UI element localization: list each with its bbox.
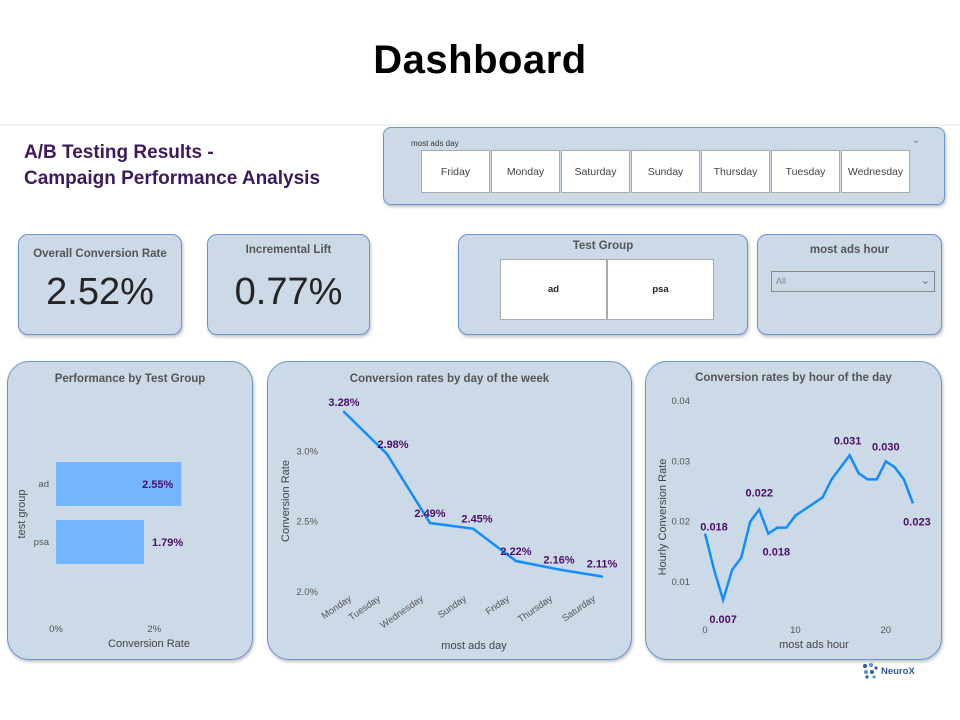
logo-text: NeuroX xyxy=(881,666,915,677)
data-label: 2.11% xyxy=(587,559,618,571)
day-option-wednesday[interactable]: Wednesday xyxy=(841,150,910,193)
y-axis-title: test group xyxy=(16,490,28,539)
data-label: 2.45% xyxy=(461,514,492,526)
y-axis-title: Hourly Conversion Rate xyxy=(657,459,669,576)
chevron-down-icon: ⌄ xyxy=(920,275,930,287)
chart-card-day: Conversion rates by day of the week 2.0%… xyxy=(267,361,632,660)
report-title-line2: Campaign Performance Analysis xyxy=(24,168,321,189)
x-tick-label: 0% xyxy=(49,624,63,635)
logo-icon xyxy=(863,663,878,679)
test-group-option-ad[interactable]: ad xyxy=(500,259,607,320)
day-option-saturday[interactable]: Saturday xyxy=(561,150,630,193)
x-tick-label: Thursday xyxy=(516,593,555,625)
data-label: 2.22% xyxy=(500,546,531,558)
y-tick-label: 0.03 xyxy=(672,456,691,467)
hour-dropdown-value: All xyxy=(776,276,787,286)
data-point xyxy=(471,527,475,530)
x-axis-title: most ads hour xyxy=(779,639,849,651)
hour-dropdown[interactable]: All ⌄ xyxy=(771,271,935,292)
data-point xyxy=(342,410,346,414)
data-label: 0.022 xyxy=(746,488,774,500)
data-label: 0.018 xyxy=(700,522,728,534)
report-title-line1: A/B Testing Results - xyxy=(24,142,214,163)
x-tick-label: 20 xyxy=(881,625,892,636)
test-group-option-psa[interactable]: psa xyxy=(607,259,714,320)
y-tick-label: 0.04 xyxy=(672,396,691,407)
x-tick-label: Tuesday xyxy=(347,593,383,623)
chart-card-test-group: Performance by Test Group ad 2.55% psa 1.79… xyxy=(7,361,253,660)
day-option-monday[interactable]: Monday xyxy=(491,150,560,193)
x-tick-label: Friday xyxy=(484,593,512,617)
x-tick-label: 0 xyxy=(702,625,707,636)
x-tick-label: 10 xyxy=(790,625,801,636)
x-tick-label: Sunday xyxy=(436,593,469,621)
y-axis-title: Conversion Rate xyxy=(280,460,292,542)
day-option-tuesday[interactable]: Tuesday xyxy=(771,150,840,193)
data-label: 2.16% xyxy=(543,554,574,566)
day-slicer: most ads day ⌄ Friday Monday Saturday Su… xyxy=(383,127,945,205)
data-point xyxy=(385,452,389,456)
x-tick-label: 2% xyxy=(147,624,161,635)
chevron-down-icon[interactable]: ⌄ xyxy=(912,135,920,146)
hour-slicer-label: most ads hour xyxy=(809,244,890,256)
day-line-chart: 2.0% 2.5% 3.0% 3.28% 2.98% 2.49% 2.45% 2.22% 2.1… xyxy=(280,397,618,652)
y-tick-label: 3.0% xyxy=(296,446,318,457)
data-point xyxy=(600,575,604,578)
day-slicer-label: most ads day xyxy=(411,139,459,148)
data-label: 1.79% xyxy=(152,537,183,549)
data-point xyxy=(557,568,561,571)
line-series xyxy=(703,452,915,605)
y-tick-label: psa xyxy=(34,537,50,548)
data-label: 0.007 xyxy=(709,614,737,626)
hour-slicer: most ads hour All ⌄ xyxy=(757,234,942,335)
data-point xyxy=(514,559,518,563)
data-label: 2.98% xyxy=(377,439,408,451)
kpi-conversion-label: Overall Conversion Rate xyxy=(33,248,167,260)
kpi-lift-label: Incremental Lift xyxy=(245,244,332,256)
data-label: 2.55% xyxy=(142,479,173,491)
data-label: 3.28% xyxy=(328,397,359,409)
data-label: 0.023 xyxy=(903,516,931,528)
bar-chart: ad 2.55% psa 1.79% 0% 2% Conversion Rate test g… xyxy=(16,462,190,650)
day-option-thursday[interactable]: Thursday xyxy=(701,150,770,193)
x-tick-label: Saturday xyxy=(560,593,598,624)
kpi-card-conversion: Overall Conversion Rate 2.52% xyxy=(18,234,182,335)
x-tick-label: Wednesday xyxy=(378,593,425,631)
data-label: 2.49% xyxy=(414,508,445,520)
y-tick-label: 2.0% xyxy=(296,587,318,598)
x-axis-title: Conversion Rate xyxy=(108,638,190,650)
day-option-friday[interactable]: Friday xyxy=(421,150,490,193)
y-tick-label: 0.02 xyxy=(672,517,691,528)
day-option-sunday[interactable]: Sunday xyxy=(631,150,700,193)
data-label: 0.031 xyxy=(834,435,862,447)
kpi-card-lift: Incremental Lift 0.77% xyxy=(207,234,370,335)
hour-line-chart: 0.01 0.02 0.03 0.04 0 10 20 0.018 0.007 0.022 0.01… xyxy=(657,396,931,651)
test-group-slicer: Test Group ad psa xyxy=(458,234,748,335)
report-title: A/B Testing Results - Campaign Performan… xyxy=(24,140,320,192)
kpi-lift-value: 0.77% xyxy=(234,271,343,313)
y-tick-label: 2.5% xyxy=(296,517,318,528)
y-tick-label: 0.01 xyxy=(672,577,691,588)
brand-logo: NeuroX xyxy=(861,662,921,680)
test-group-label: Test Group xyxy=(572,240,634,252)
line-series xyxy=(343,410,603,578)
chart-card-hour: Conversion rates by hour of the day 0.01… xyxy=(645,361,942,660)
kpi-conversion-value: 2.52% xyxy=(46,271,154,313)
canvas-top-strip xyxy=(0,124,960,126)
data-label: 0.018 xyxy=(763,547,791,559)
data-point xyxy=(428,521,432,525)
data-label: 0.030 xyxy=(872,441,900,453)
slide-title: Dashboard xyxy=(373,38,587,82)
y-tick-label: ad xyxy=(38,479,49,490)
bar xyxy=(56,520,144,564)
x-axis-title: most ads day xyxy=(441,640,507,652)
